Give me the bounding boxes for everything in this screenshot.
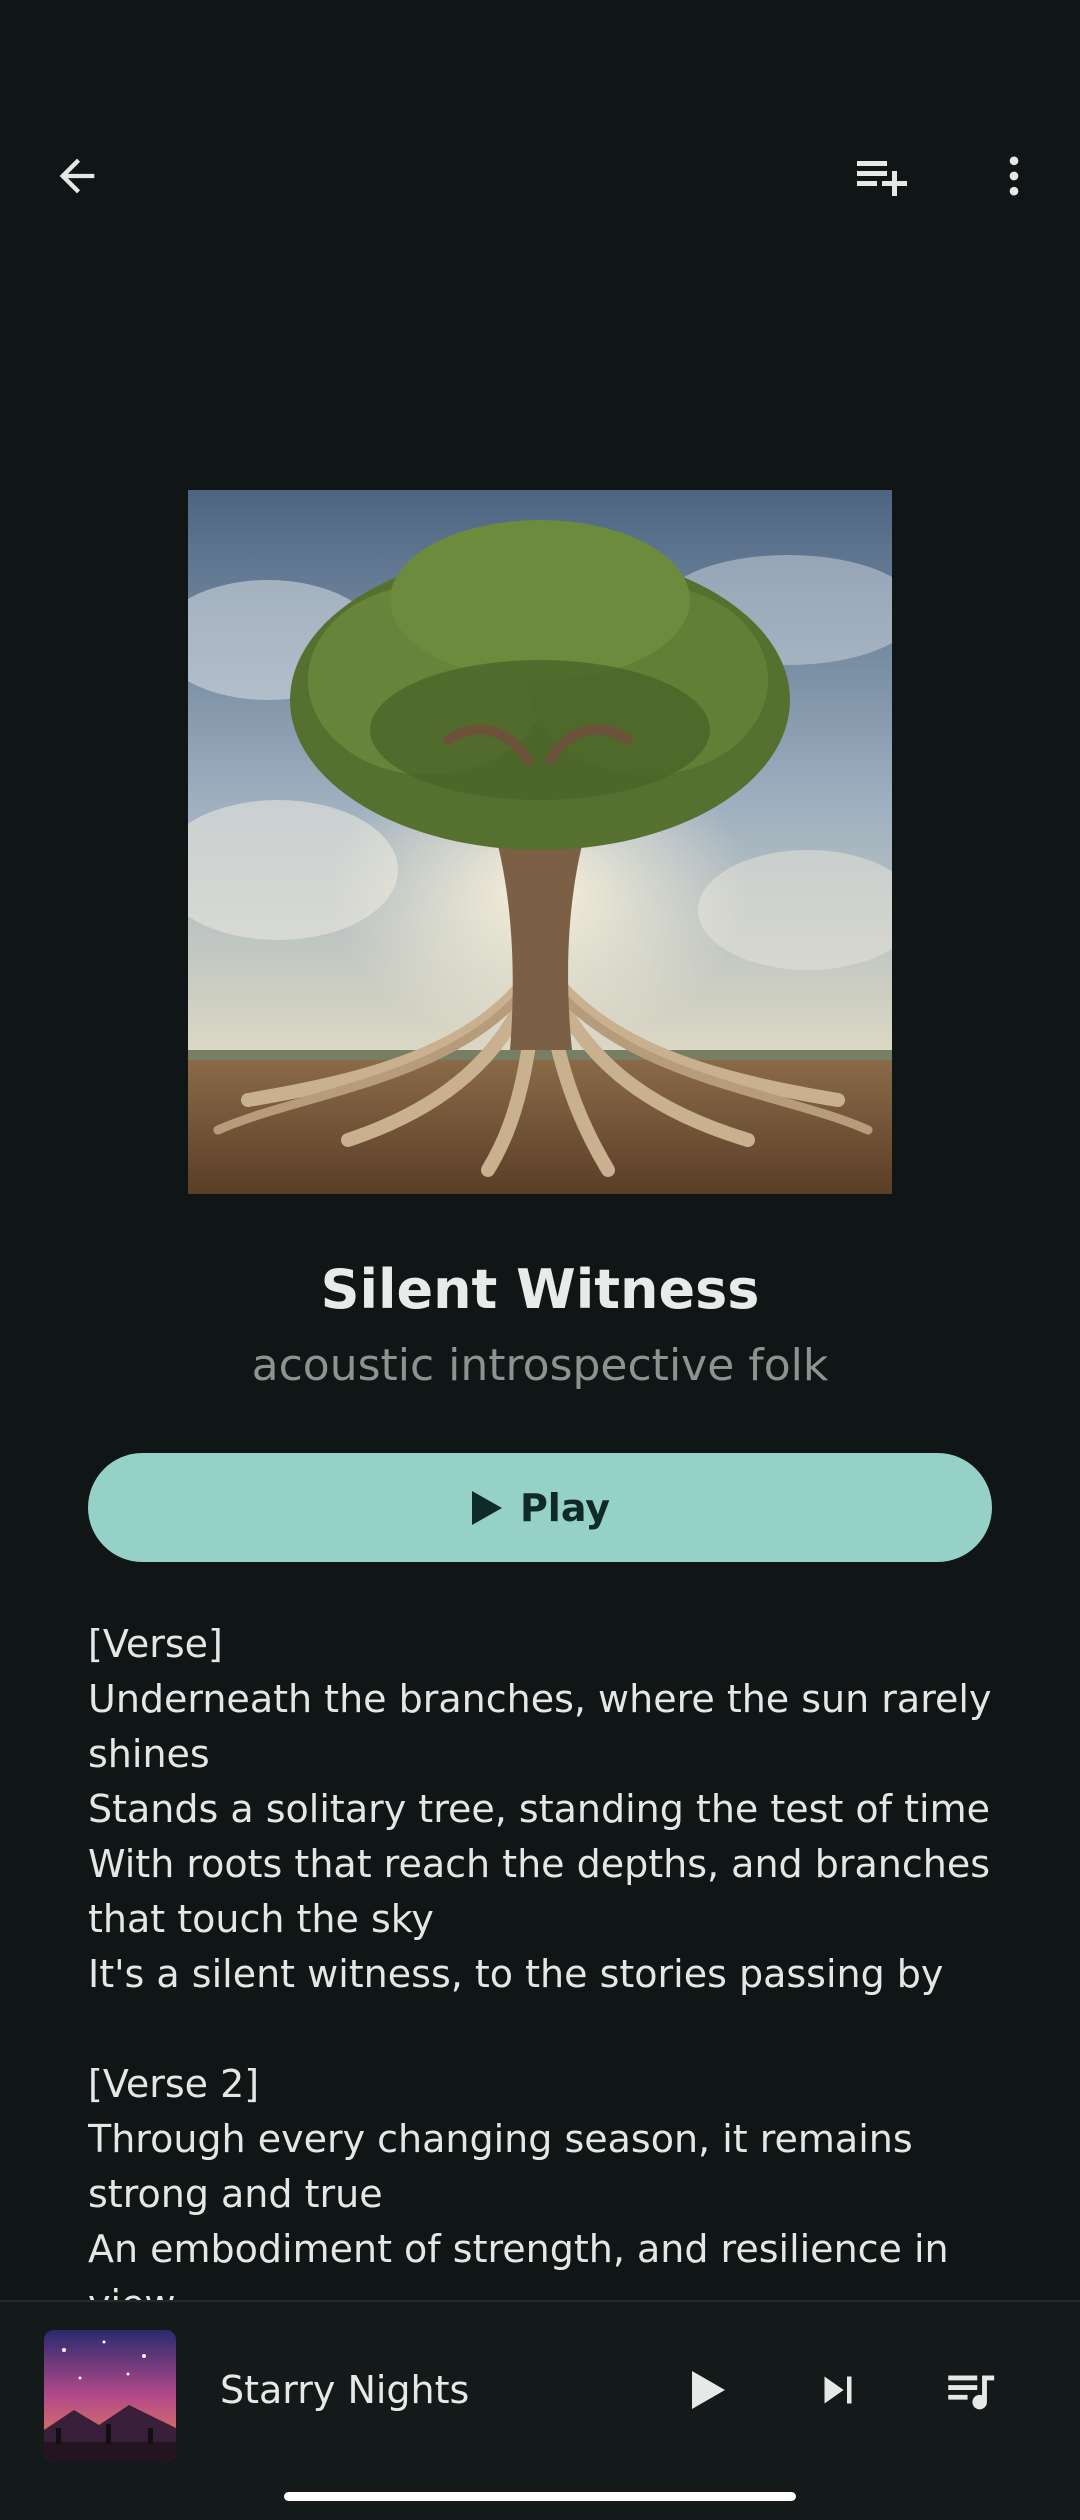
lyrics: [Verse] Underneath the branches, where t…: [88, 1617, 998, 2300]
play-icon: [470, 1489, 504, 1527]
more-vertical-icon: [1009, 156, 1019, 196]
mini-player-title: Starry Nights: [220, 2368, 470, 2412]
play-button-label: Play: [519, 1485, 611, 1530]
song-title: Silent Witness: [320, 1258, 760, 1321]
play-button[interactable]: Play: [88, 1453, 992, 1562]
song-artwork: [188, 490, 892, 1194]
lyrics-line: An embodiment of strength, and resilienc…: [88, 2227, 949, 2300]
mini-player-next-button[interactable]: [794, 2346, 882, 2434]
mini-player[interactable]: Starry Nights: [0, 2300, 1080, 2520]
mini-player-queue-button[interactable]: [926, 2346, 1014, 2434]
arrow-left-icon: [59, 158, 95, 194]
lyrics-spacer: [88, 2002, 998, 2057]
lyrics-verse-heading: [Verse]: [88, 1622, 223, 1666]
more-options-button[interactable]: [970, 132, 1058, 220]
lyrics-line: Through every changing season, it remain…: [88, 2117, 913, 2216]
mini-player-play-button[interactable]: [664, 2346, 752, 2434]
tree-artwork: [188, 490, 892, 1194]
back-button[interactable]: [33, 132, 121, 220]
lyrics-verse-heading: [Verse 2]: [88, 2062, 260, 2106]
add-to-queue-button[interactable]: [838, 132, 926, 220]
mini-player-artwork: [44, 2330, 176, 2462]
queue-music-icon: [948, 2375, 995, 2410]
playlist-add-icon: [857, 161, 907, 196]
skip-next-icon: [824, 2376, 852, 2404]
lyrics-line: With roots that reach the depths, and br…: [88, 1842, 991, 1941]
lyrics-line: Underneath the branches, where the sun r…: [88, 1677, 992, 1776]
home-indicator[interactable]: [284, 2492, 796, 2501]
play-icon: [692, 2371, 725, 2409]
song-detail-screen: Silent Witness acoustic introspective fo…: [0, 0, 1080, 2520]
lyrics-line: It's a silent witness, to the stories pa…: [88, 1952, 944, 1996]
song-style: acoustic introspective folk: [251, 1340, 829, 1391]
lyrics-line: Stands a solitary tree, standing the tes…: [88, 1787, 990, 1831]
